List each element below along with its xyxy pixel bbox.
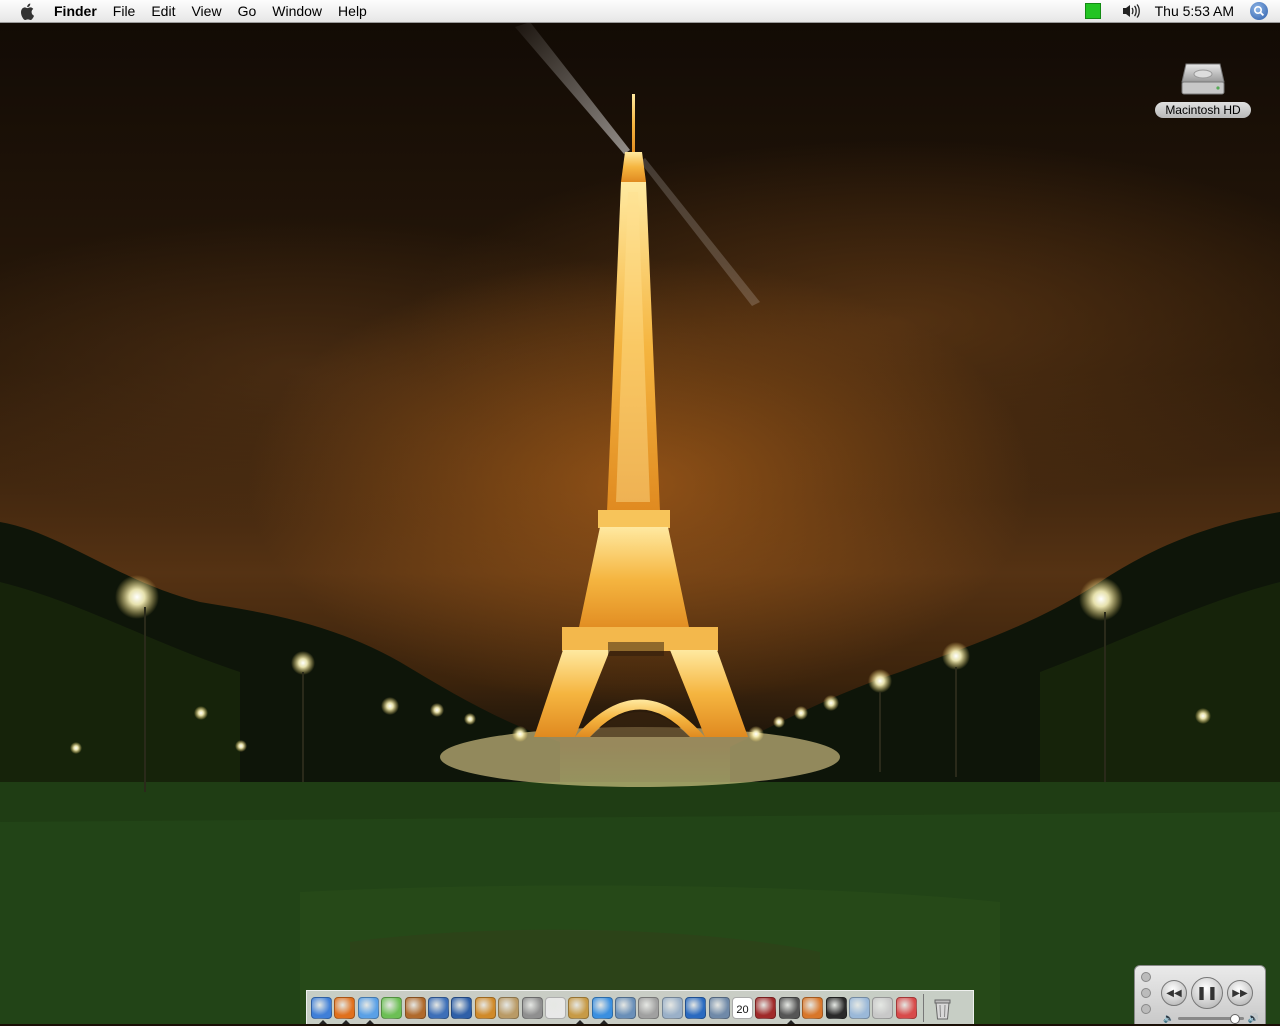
dock-umbrella-app-icon[interactable]	[802, 996, 824, 1019]
pause-icon: ❚❚	[1196, 985, 1218, 1000]
dock-garageband-icon[interactable]	[474, 996, 496, 1019]
dock-preview-icon[interactable]	[661, 996, 683, 1019]
menu-go[interactable]: Go	[230, 0, 265, 22]
macintosh-hd-icon[interactable]: Macintosh HD	[1150, 52, 1256, 119]
dock-automator-icon[interactable]	[638, 996, 660, 1019]
dock-mail-icon[interactable]	[615, 996, 637, 1019]
hard-drive-icon	[1180, 52, 1226, 98]
dock-ical-preview-icon[interactable]	[498, 996, 520, 1019]
dock-ichat-icon[interactable]	[357, 996, 379, 1024]
volume-track[interactable]	[1178, 1013, 1244, 1024]
menu-help[interactable]: Help	[330, 0, 375, 22]
minimize-button[interactable]	[1141, 988, 1151, 998]
trash-icon[interactable]	[932, 997, 953, 1019]
dock-utility-icon[interactable]	[848, 996, 870, 1019]
fast-forward-button[interactable]: ▶▶	[1227, 980, 1253, 1006]
zoom-button[interactable]	[1141, 1004, 1151, 1014]
spotlight-icon[interactable]	[1250, 2, 1268, 20]
dock-console-icon[interactable]	[872, 996, 894, 1019]
close-button[interactable]	[1141, 972, 1151, 982]
window-controls	[1141, 972, 1151, 1020]
dock-idvd-icon[interactable]	[451, 996, 473, 1019]
desktop[interactable]: Macintosh HD ◀◀ ❚❚ ▶▶ 🔈 🔊	[0, 22, 1280, 1024]
dock-iphoto-icon[interactable]	[404, 996, 426, 1019]
apple-icon[interactable]	[16, 2, 38, 20]
volume-low-icon: 🔈	[1163, 1012, 1175, 1023]
dock-address-book-icon[interactable]	[568, 996, 590, 1024]
dock-imovie-icon[interactable]	[427, 996, 449, 1019]
wallpaper-eiffel-tower	[0, 22, 1280, 1024]
rewind-button[interactable]: ◀◀	[1161, 980, 1187, 1006]
pause-button[interactable]: ❚❚	[1191, 977, 1223, 1009]
dock-ical-icon[interactable]: 20	[732, 996, 754, 1019]
dock-finder-icon[interactable]	[311, 996, 332, 1024]
menu-extras: Thu 5:53 AM	[1084, 0, 1280, 22]
dock-system-preferences-icon[interactable]	[708, 996, 730, 1019]
battery-icon[interactable]	[1084, 3, 1101, 19]
volume-knob[interactable]	[1229, 1013, 1240, 1024]
menu-view[interactable]: View	[183, 0, 229, 22]
dock-separator	[923, 993, 925, 1022]
menu-file[interactable]: File	[105, 0, 144, 22]
menu-window[interactable]: Window	[264, 0, 330, 22]
dock-itunes-icon[interactable]	[381, 996, 403, 1019]
dock-safari-icon[interactable]	[591, 996, 613, 1024]
volume-icon[interactable]	[1121, 3, 1141, 19]
dock-textedit-icon[interactable]	[544, 996, 566, 1019]
dock-internet-connect-icon[interactable]	[685, 996, 707, 1019]
menu-finder[interactable]: Finder	[46, 0, 105, 22]
dock-firefox-icon[interactable]	[334, 996, 356, 1024]
menu-clock[interactable]: Thu 5:53 AM	[1155, 3, 1234, 19]
dock-script-editor-icon[interactable]	[521, 996, 543, 1019]
dock-font-app-icon[interactable]	[895, 996, 917, 1019]
dock-dictionary-icon[interactable]	[755, 996, 777, 1019]
dock-terminal-icon[interactable]	[825, 996, 847, 1019]
itunes-mini-player: ◀◀ ❚❚ ▶▶ 🔈 🔊	[1134, 965, 1266, 1024]
menu-edit[interactable]: Edit	[143, 0, 183, 22]
dock: 20	[306, 990, 974, 1024]
desktop-icon-label: Macintosh HD	[1155, 102, 1251, 118]
dock-chess-icon[interactable]	[778, 996, 800, 1024]
volume-high-icon: 🔊	[1247, 1012, 1259, 1023]
fast-forward-icon: ▶▶	[1232, 987, 1248, 999]
menu-bar: Finder File Edit View Go Window Help Thu…	[0, 0, 1280, 23]
volume-slider[interactable]: 🔈 🔊	[1163, 1012, 1259, 1024]
rewind-icon: ◀◀	[1166, 987, 1182, 999]
